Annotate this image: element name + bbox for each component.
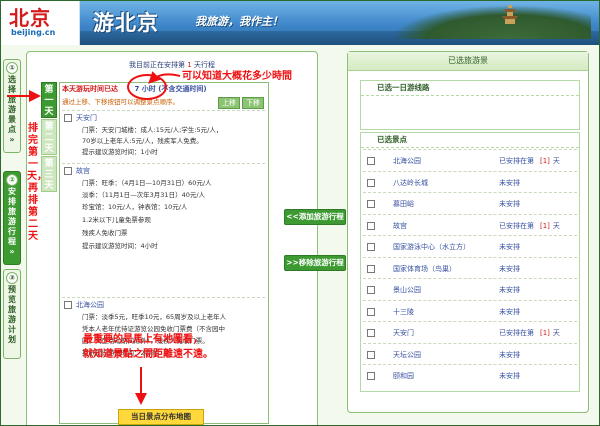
- app-frame: 北京 beijing.cn 游北京 我旅游，我作主！ ① 选择旅游景点 » ② …: [0, 0, 600, 426]
- arrow-to-time: [148, 71, 181, 84]
- annotation-arrows: [7, 71, 181, 405]
